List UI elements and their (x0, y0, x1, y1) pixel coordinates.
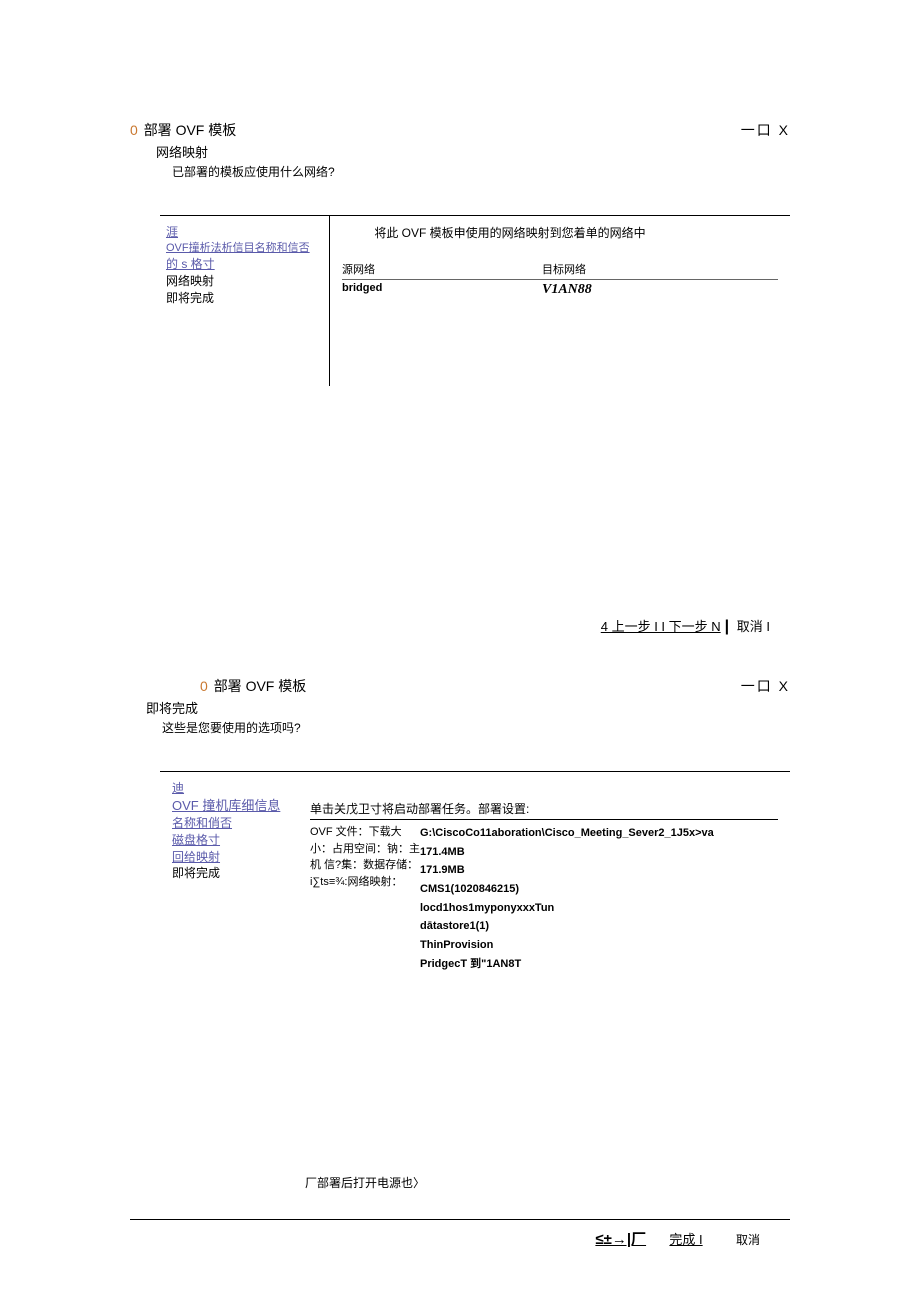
footer-buttons: 4 上一步 I I 下一步 N | 取消 I (130, 616, 770, 636)
value-provision: ThinProvision (420, 936, 778, 955)
sidebar-item-network-mapping[interactable]: 回给映射 (172, 849, 304, 866)
section-title: 即将完成 (146, 698, 790, 717)
wizard-sidebar: 迪 OVF 撞机库细信息 名称和俏否 磁盘格寸 回给映射 即将完成 (160, 772, 310, 1199)
target-network-value[interactable]: V1AN88 (542, 282, 742, 298)
power-on-checkbox[interactable]: 厂部署后打开电源也〉 (305, 1174, 778, 1191)
sidebar-item-disk-format[interactable]: 磁盘格寸 (172, 832, 304, 849)
sidebar-item-ready: 即将完成 (172, 865, 304, 882)
section-description: 这些是您要使用的选项吗? (162, 719, 790, 736)
section-description: 已部署的模板应使用什么网络? (172, 163, 790, 180)
sidebar-item-ready: 即将完成 (166, 290, 323, 307)
sidebar-item-source[interactable]: 迪 (172, 780, 304, 797)
wizard-sidebar: 涯 OVF撞析法析信目名称和信否 的 s 格寸 网络映射 即将完成 (160, 216, 330, 386)
network-table-header: 源网络 目标网络 (342, 261, 778, 280)
value-host: locd1hos1myponyxxxTun (420, 899, 778, 918)
window-controls[interactable]: 一口 X (741, 120, 790, 140)
value-ovf-file: G:\CiscoCo11aboration\Cisco_Meeting_Seve… (420, 824, 778, 843)
value-download-size: 171.4MB (420, 843, 778, 862)
back-button[interactable]: ≤±→|厂 (595, 1231, 646, 1248)
back-next-buttons[interactable]: 4 上一步 I I 下一步 N (601, 619, 721, 634)
window-header: 0 部署 OVF 模板 一口 X (200, 676, 790, 696)
window-title: 0 部署 OVF 模板 (130, 120, 236, 140)
window-controls[interactable]: 一口 X (741, 676, 790, 696)
instruction-text: 将此 OVF 模板申使用的网络映射到您着单的网络中 (242, 224, 778, 241)
value-name: CMS1(1020846215) (420, 880, 778, 899)
value-datastore: dātastore1(1) (420, 917, 778, 936)
finish-button[interactable]: 完成 I (669, 1232, 702, 1247)
settings-summary: OVF 文件：下载大小：占用空间：钠：主机 信?集：数据存储：i∑ts≡¾:网络… (310, 819, 778, 974)
deploy-ovf-window-1: 0 部署 OVF 模板 一口 X 网络映射 已部署的模板应使用什么网络? 涯 O… (130, 120, 790, 636)
sidebar-item-name-location[interactable]: 名称和俏否 (172, 815, 304, 832)
title-text: 部署 OVF 模板 (214, 678, 307, 694)
footer-bar: ≤±→|厂 完成 I 取消 (130, 1219, 790, 1249)
cancel-button[interactable]: 取消 I (737, 619, 770, 634)
settings-values: G:\CiscoCo11aboration\Cisco_Meeting_Seve… (420, 824, 778, 974)
instruction-text: 单击关戊卫寸将启动部署任务。部署设置: (310, 800, 778, 817)
app-icon: 0 (200, 678, 208, 694)
app-icon: 0 (130, 122, 138, 138)
title-text: 部署 OVF 模板 (144, 122, 237, 138)
header-source-network: 源网络 (342, 261, 542, 277)
main-panel: 单击关戊卫寸将启动部署任务。部署设置: OVF 文件：下载大小：占用空间：钠：主… (310, 772, 790, 1199)
content-area: 涯 OVF撞析法析信目名称和信否 的 s 格寸 网络映射 即将完成 将此 OVF… (160, 215, 790, 386)
value-network-map: PridgecT 到"1AN8T (420, 955, 778, 974)
value-disk-size: 171.9MB (420, 861, 778, 880)
main-panel: 将此 OVF 模板申使用的网络映射到您着单的网络中 源网络 目标网络 bridg… (330, 216, 790, 386)
sidebar-item-disk-format[interactable]: 的 s 格寸 (166, 256, 323, 273)
separator-icon: | (725, 618, 729, 635)
section-title: 网络映射 (156, 142, 790, 161)
content-area: 迪 OVF 撞机库细信息 名称和俏否 磁盘格寸 回给映射 即将完成 单击关戊卫寸… (160, 771, 790, 1199)
network-table-row[interactable]: bridged V1AN88 (342, 280, 778, 298)
window-header: 0 部署 OVF 模板 一口 X (130, 120, 790, 140)
source-network-value: bridged (342, 282, 542, 298)
settings-labels: OVF 文件：下载大小：占用空间：钠：主机 信?集：数据存储：i∑ts≡¾:网络… (310, 824, 420, 974)
sidebar-item-network-mapping: 网络映射 (166, 273, 323, 290)
sidebar-item-ovf-details[interactable]: OVF撞析法析信目名称和信否 (166, 241, 323, 256)
window-title: 0 部署 OVF 模板 (200, 676, 306, 696)
header-target-network: 目标网络 (542, 261, 742, 277)
cancel-button[interactable]: 取消 (736, 1233, 760, 1247)
deploy-ovf-window-2: 0 部署 OVF 模板 一口 X 即将完成 这些是您要使用的选项吗? 迪 OVF… (130, 676, 790, 1249)
sidebar-item-ovf-details[interactable]: OVF 撞机库细信息 (172, 797, 304, 815)
